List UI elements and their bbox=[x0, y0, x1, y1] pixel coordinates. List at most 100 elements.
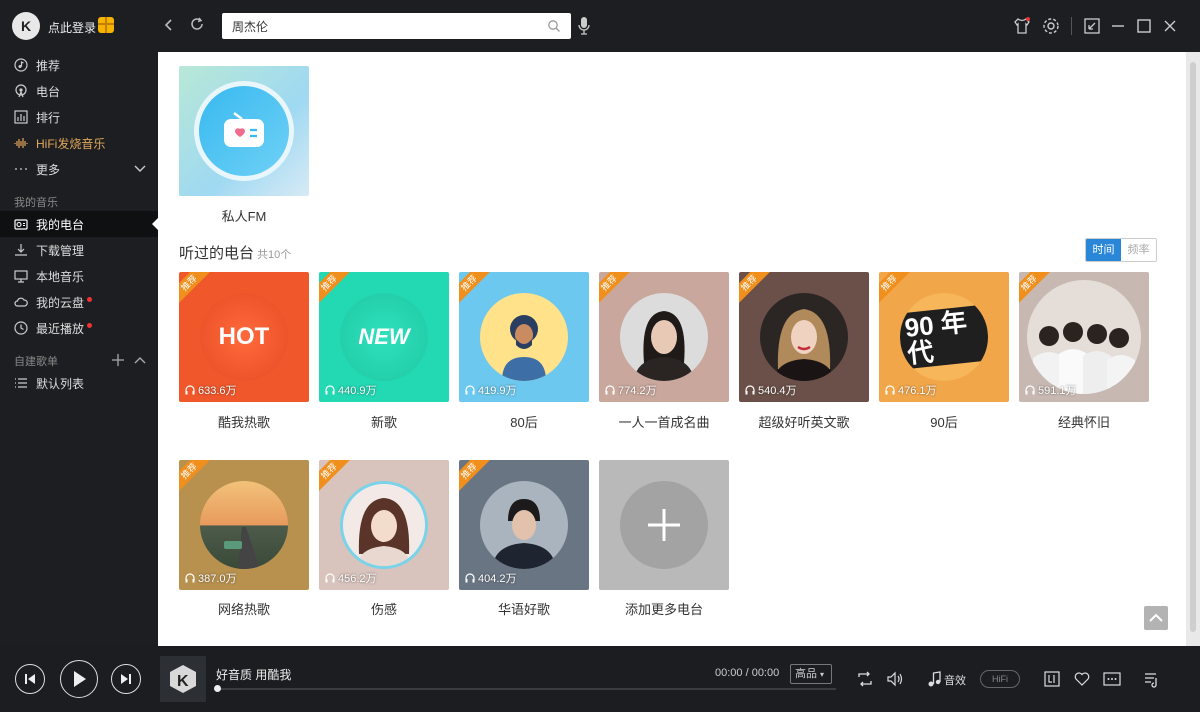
station-art bbox=[480, 293, 568, 381]
sidebar-item-charts[interactable]: 排行 bbox=[0, 104, 158, 130]
sidebar-item-label: HiFi发烧音乐 bbox=[36, 136, 106, 151]
cloud-icon bbox=[14, 297, 28, 307]
station-art-text: 90 年代 bbox=[900, 304, 988, 370]
station-art bbox=[480, 481, 568, 569]
search-box bbox=[222, 13, 571, 39]
station-art-text: NEW bbox=[358, 324, 410, 349]
station-art bbox=[1027, 280, 1141, 394]
station-art bbox=[340, 481, 428, 569]
titlebar-divider bbox=[1071, 17, 1072, 35]
playlist-queue-icon[interactable] bbox=[1143, 670, 1161, 688]
lyrics-icon[interactable] bbox=[1043, 670, 1061, 688]
refresh-button[interactable] bbox=[186, 15, 208, 37]
station-art-text: HOT bbox=[218, 323, 270, 350]
play-count: 633.6万 bbox=[185, 382, 237, 398]
sound-effect-icon[interactable] bbox=[926, 670, 944, 688]
close-icon[interactable] bbox=[1160, 16, 1180, 36]
back-to-top-button[interactable] bbox=[1144, 606, 1168, 630]
search-input[interactable] bbox=[232, 19, 547, 33]
user-avatar[interactable]: K bbox=[12, 12, 40, 40]
clock-icon bbox=[14, 321, 28, 335]
sidebar-item-cloud[interactable]: 我的云盘 bbox=[0, 289, 158, 315]
station-card[interactable]: 推荐 404.2万 bbox=[459, 460, 589, 590]
sidebar-item-my-radio[interactable]: 我的电台 bbox=[0, 211, 158, 237]
play-count: 774.2万 bbox=[605, 382, 657, 398]
repeat-mode-icon[interactable] bbox=[856, 670, 874, 688]
add-station-card[interactable] bbox=[599, 460, 729, 590]
sidebar-item-label: 我的电台 bbox=[36, 217, 85, 232]
station-card[interactable]: NEW 推荐 440.9万 bbox=[319, 272, 449, 402]
sidebar-item-label: 排行 bbox=[36, 110, 61, 125]
play-count: 404.2万 bbox=[465, 570, 517, 586]
sidebar-item-default-list[interactable]: 默认列表 bbox=[0, 370, 158, 396]
play-button[interactable] bbox=[60, 660, 98, 698]
mini-mode-icon[interactable] bbox=[1082, 16, 1102, 36]
listened-stations-heading: 听过的电台 共10个 bbox=[179, 242, 291, 263]
station-card[interactable]: 推荐 591.1万 bbox=[1019, 272, 1149, 402]
play-count-text: 387.0万 bbox=[198, 573, 237, 585]
private-fm-label: 私人FM bbox=[221, 209, 267, 224]
sidebar-item-hifi[interactable]: HiFi发烧音乐 bbox=[0, 130, 158, 156]
content-scrollbar[interactable] bbox=[1186, 52, 1200, 646]
player-bar: K 好音质 用酷我 00:00 / 00:00 高品 ▾ 音效 HiFi bbox=[0, 646, 1200, 712]
settings-gear-icon[interactable] bbox=[1041, 16, 1061, 36]
sidebar-item-recommend[interactable]: 推荐 bbox=[0, 52, 158, 78]
station-card[interactable]: 推荐 540.4万 bbox=[739, 272, 869, 402]
station-card[interactable]: HOT 推荐 633.6万 bbox=[179, 272, 309, 402]
search-icon[interactable] bbox=[547, 19, 561, 33]
sort-by-time-button[interactable]: 时间 bbox=[1086, 239, 1121, 261]
private-fm-card[interactable] bbox=[179, 66, 309, 196]
station-card[interactable]: 推荐 774.2万 bbox=[599, 272, 729, 402]
recommend-badge: 推荐 bbox=[319, 460, 351, 493]
station-card[interactable]: 90 年代 推荐 476.1万 bbox=[879, 272, 1009, 402]
skin-shirt-icon[interactable] bbox=[1012, 16, 1032, 36]
chevron-up-icon[interactable] bbox=[134, 355, 146, 365]
music-note-icon bbox=[14, 58, 28, 72]
hifi-toggle[interactable]: HiFi bbox=[980, 670, 1020, 688]
scrollbar-thumb[interactable] bbox=[1190, 62, 1196, 632]
sidebar-item-recent[interactable]: 最近播放 bbox=[0, 315, 158, 341]
sort-by-frequency-button[interactable]: 频率 bbox=[1121, 239, 1156, 261]
sidebar-item-label: 默认列表 bbox=[36, 376, 85, 391]
microphone-icon[interactable] bbox=[577, 16, 591, 36]
quality-dropdown[interactable]: 高品 ▾ bbox=[790, 664, 832, 684]
back-button[interactable] bbox=[158, 15, 180, 37]
progress-knob[interactable] bbox=[214, 685, 221, 692]
sidebar-item-label: 电台 bbox=[36, 84, 61, 99]
previous-button[interactable] bbox=[15, 664, 45, 694]
volume-icon[interactable] bbox=[886, 670, 904, 688]
station-card[interactable]: 推荐 456.2万 bbox=[319, 460, 449, 590]
gift-icon[interactable] bbox=[98, 17, 114, 33]
chevron-down-icon[interactable] bbox=[134, 164, 146, 174]
login-link[interactable]: 点此登录 bbox=[48, 19, 96, 36]
heart-icon[interactable] bbox=[1073, 670, 1091, 688]
monitor-icon bbox=[14, 270, 28, 283]
station-card[interactable]: 推荐 419.9万 bbox=[459, 272, 589, 402]
download-icon bbox=[15, 244, 27, 256]
sidebar-item-more[interactable]: 更多 bbox=[0, 156, 158, 182]
kuwo-logo-icon: K bbox=[170, 665, 196, 693]
recommend-badge: 推荐 bbox=[599, 272, 631, 305]
svg-text:K: K bbox=[177, 673, 189, 690]
play-count: 456.2万 bbox=[325, 570, 377, 586]
headphones-icon bbox=[605, 385, 615, 395]
title-bar: K 点此登录 bbox=[0, 0, 1200, 52]
sidebar-item-local-music[interactable]: 本地音乐 bbox=[0, 263, 158, 289]
headphones-icon bbox=[325, 573, 335, 583]
recommend-badge: 推荐 bbox=[459, 460, 491, 493]
add-station-circle bbox=[620, 481, 708, 569]
singer-portrait bbox=[492, 499, 556, 569]
maximize-icon[interactable] bbox=[1134, 16, 1154, 36]
sidebar-item-radio[interactable]: 电台 bbox=[0, 78, 158, 104]
station-name: 网络热歌 bbox=[217, 602, 270, 617]
more-options-icon[interactable] bbox=[1103, 670, 1121, 688]
headphones-icon bbox=[465, 385, 475, 395]
minimize-icon[interactable] bbox=[1108, 16, 1128, 36]
sound-effect-label[interactable]: 音效 bbox=[944, 672, 966, 688]
plus-icon[interactable] bbox=[112, 354, 124, 366]
next-button[interactable] bbox=[111, 664, 141, 694]
station-card[interactable]: 推荐 387.0万 bbox=[179, 460, 309, 590]
progress-bar[interactable] bbox=[214, 685, 836, 692]
album-cover[interactable]: K bbox=[160, 656, 206, 702]
sidebar-item-downloads[interactable]: 下载管理 bbox=[0, 237, 158, 263]
